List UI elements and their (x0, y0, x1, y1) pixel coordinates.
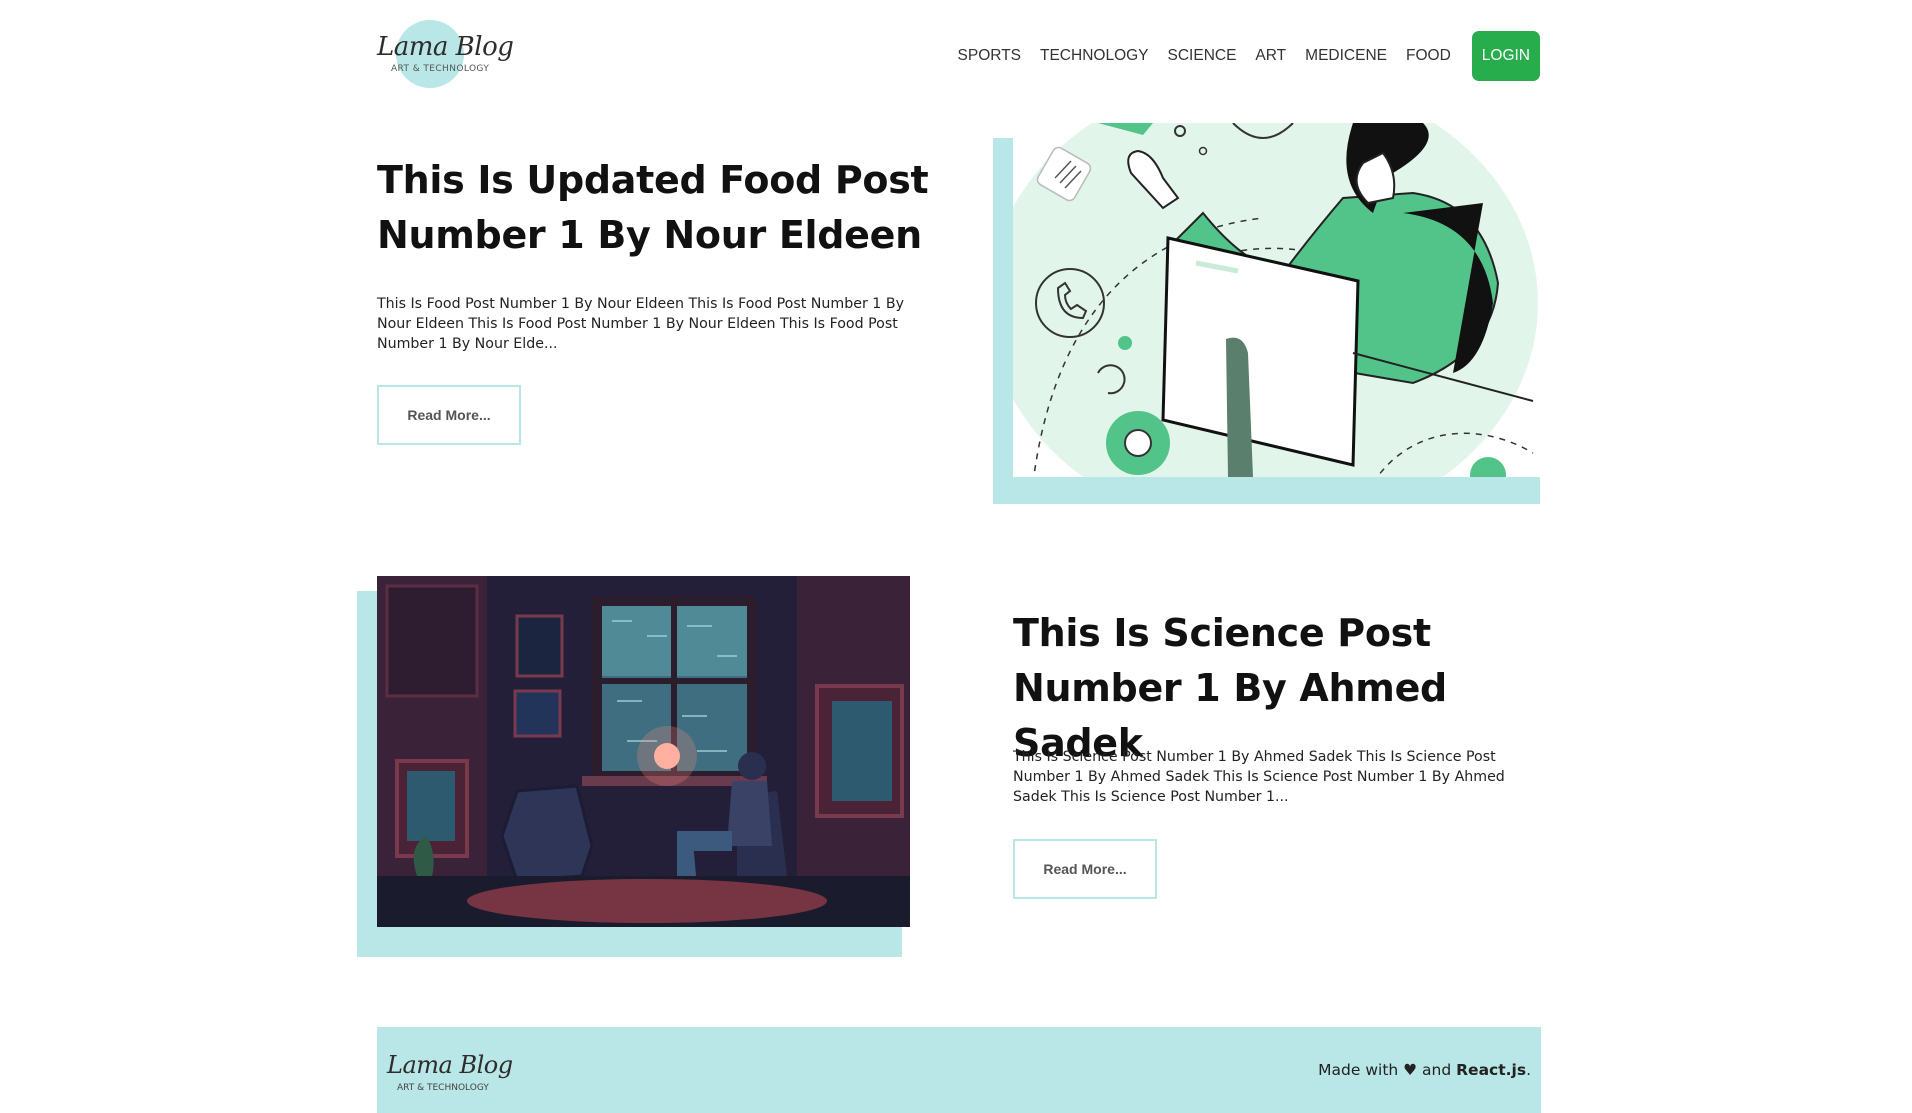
footer-credit-tech: React.js (1456, 1061, 1527, 1079)
logo-tagline: ART & TECHNOLOGY (391, 64, 490, 74)
nav-link-food[interactable]: FOOD (1406, 47, 1451, 65)
post-1-description: This Is Food Post Number 1 By Nour Eldee… (377, 296, 904, 352)
post-2-read-more-button[interactable]: Read More... (1013, 839, 1157, 899)
nav-link-technology[interactable]: TECHNOLOGY (1040, 47, 1149, 65)
post-1-image[interactable] (1013, 123, 1540, 477)
footer: Lama Blog ART & TECHNOLOGY Made with ♥ a… (377, 1027, 1541, 1113)
post-2-description: This Is Science Post Number 1 By Ahmed S… (1013, 749, 1505, 805)
pixel-room-illustration (377, 576, 910, 927)
footer-credit: Made with ♥ and React.js. (1318, 1061, 1531, 1079)
heart-icon: ♥ (1403, 1061, 1418, 1079)
nav-link-art[interactable]: ART (1255, 47, 1286, 65)
post-1-title[interactable]: This Is Updated Food Post Number 1 By No… (377, 153, 937, 263)
nav-link-medicene[interactable]: MEDICENE (1305, 47, 1387, 65)
footer-credit-and: and (1422, 1061, 1452, 1079)
main-nav: SPORTS TECHNOLOGY SCIENCE ART MEDICENE F… (958, 31, 1540, 81)
footer-logo[interactable]: Lama Blog ART & TECHNOLOGY (387, 1051, 513, 1093)
footer-credit-prefix: Made with (1318, 1061, 1399, 1079)
nav-link-sports[interactable]: SPORTS (958, 47, 1021, 65)
nav-link-science[interactable]: SCIENCE (1168, 47, 1237, 65)
post-1-read-more-button[interactable]: Read More... (377, 385, 521, 445)
logo[interactable]: Lama Blog ART & TECHNOLOGY (377, 18, 514, 90)
footer-logo-tagline: ART & TECHNOLOGY (397, 1083, 489, 1093)
post-2-image[interactable] (377, 576, 910, 927)
footer-logo-name: Lama Blog (387, 1051, 513, 1079)
login-button[interactable]: LOGIN (1471, 31, 1540, 81)
support-illustration (1013, 123, 1538, 477)
logo-name: Lama Blog (377, 32, 514, 62)
footer-credit-suffix: . (1526, 1061, 1531, 1079)
